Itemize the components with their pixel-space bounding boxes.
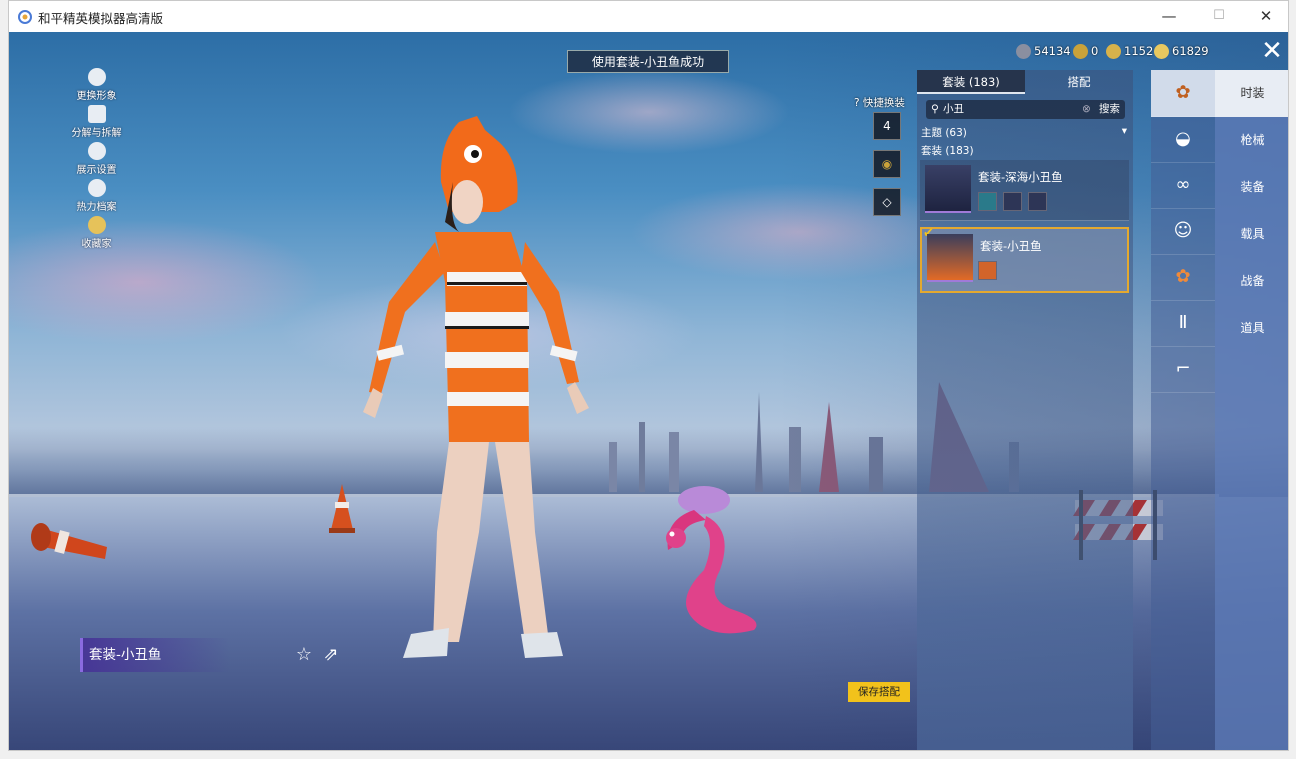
currency-3: 1152 xyxy=(1106,42,1153,60)
currency-4: 61829 xyxy=(1154,42,1209,60)
nav-items[interactable]: 道具 xyxy=(1215,305,1288,352)
close-window-button[interactable]: ✕ xyxy=(1246,5,1286,27)
emulator-window: 和平精英模拟器高清版 — ☐ ✕ 更换形象 分解与拆解 展示设置 热力档案 收藏… xyxy=(8,0,1289,751)
medal-icon xyxy=(87,216,106,234)
save-outfit-button[interactable]: 保存搭配 xyxy=(848,682,910,702)
side-item-label: 展示设置 xyxy=(76,165,117,176)
part-thumbnail xyxy=(978,192,997,211)
suit-card-clownfish[interactable]: ✔ 套装-小丑鱼 xyxy=(920,226,1129,293)
currency-1: 54134 xyxy=(1016,42,1071,60)
tab-match[interactable]: 搭配 xyxy=(1025,70,1133,94)
nav-combat-prep[interactable]: 战备 xyxy=(1215,258,1288,305)
suit-icon[interactable]: ✿ xyxy=(1151,70,1215,117)
part-thumbnail xyxy=(1028,192,1047,211)
quick-slot-1[interactable]: 4 xyxy=(873,112,901,140)
clear-icon[interactable]: ⊗ xyxy=(1082,100,1091,119)
game-viewport: 更换形象 分解与拆解 展示设置 热力档案 收藏家 使用套装-小丑鱼成功 5413… xyxy=(9,32,1288,750)
minimize-button[interactable]: — xyxy=(1149,5,1189,27)
quick-slot-3[interactable]: ◇ xyxy=(873,188,901,216)
window-title: 和平精英模拟器高清版 xyxy=(38,11,164,26)
mask-icon[interactable]: ☺ xyxy=(1151,208,1215,255)
currency-value: 54134 xyxy=(1034,44,1071,58)
glasses-icon[interactable]: ∞ xyxy=(1151,162,1215,209)
outfit-panel: 套装 (183) 搭配 ⚲ 小丑 ⊗ 搜索 主题 (63) ▾ 套装 (183)… xyxy=(917,70,1133,750)
coin-icon xyxy=(1016,44,1031,59)
currency-value: 61829 xyxy=(1172,44,1209,58)
main-nav: 时装 枪械 装备 载具 战备 道具 xyxy=(1215,70,1288,750)
side-item-label: 收藏家 xyxy=(81,239,112,250)
eye-icon xyxy=(87,142,106,160)
category-bar: ✿ ◒ ∞ ☺ ✿ Ⅱ ⌐ xyxy=(1151,70,1215,750)
currency-value: 0 xyxy=(1091,44,1099,58)
side-item-collector[interactable]: 收藏家 xyxy=(69,216,124,250)
search-input[interactable]: 小丑 xyxy=(943,100,964,119)
coin-icon xyxy=(1154,44,1169,59)
currency-value: 1152 xyxy=(1124,44,1154,58)
side-item-label: 更换形象 xyxy=(76,91,117,102)
suit-name: 套装-深海小丑鱼 xyxy=(978,170,1063,184)
suit-count-label: 套装 (183) xyxy=(921,145,974,157)
search-icon: ⚲ xyxy=(931,103,939,115)
maximize-button[interactable]: ☐ xyxy=(1199,5,1239,27)
search-button[interactable]: 搜索 xyxy=(1099,100,1120,119)
title-bar: 和平精英模拟器高清版 — ☐ ✕ xyxy=(9,1,1288,32)
nav-fashion[interactable]: 时装 xyxy=(1215,70,1288,117)
current-outfit-name: 套装-小丑鱼 xyxy=(80,638,230,672)
quick-swap-label[interactable]: ? 快捷换装 xyxy=(854,95,905,110)
coin-icon xyxy=(1073,44,1088,59)
nav-vehicles[interactable]: 载具 xyxy=(1215,211,1288,258)
help-icon: ? xyxy=(854,97,860,109)
app-logo-icon xyxy=(18,10,32,24)
side-item-change-look[interactable]: 更换形象 xyxy=(69,68,124,102)
nav-weapons[interactable]: 枪械 xyxy=(1215,117,1288,164)
quick-slot-2[interactable]: ◉ xyxy=(873,150,901,178)
side-item-label: 热力档案 xyxy=(76,202,117,213)
side-item-label: 分解与拆解 xyxy=(71,128,122,139)
flame-icon xyxy=(87,179,106,197)
suit-card-deep-sea-clownfish[interactable]: 套装-深海小丑鱼 xyxy=(920,160,1129,221)
nav-equipment[interactable]: 装备 xyxy=(1215,164,1288,211)
side-item-decompose[interactable]: 分解与拆解 xyxy=(69,105,124,139)
suit-thumbnail xyxy=(927,234,973,282)
suit-thumbnail xyxy=(925,165,971,213)
dropdown-icon: ▾ xyxy=(1121,125,1127,137)
side-item-heat-archive[interactable]: 热力档案 xyxy=(69,179,124,213)
tab-suits[interactable]: 套装 (183) xyxy=(917,70,1025,94)
favorite-icon[interactable]: ☆ xyxy=(293,644,315,666)
success-notice: 使用套装-小丑鱼成功 xyxy=(567,50,729,73)
pants-icon[interactable]: Ⅱ xyxy=(1151,300,1215,347)
currency-2: 0 xyxy=(1073,42,1098,60)
coin-icon xyxy=(1106,44,1121,59)
puzzle-icon xyxy=(87,105,106,123)
side-item-display-settings[interactable]: 展示设置 xyxy=(69,142,124,176)
close-icon[interactable]: ✕ xyxy=(1257,36,1287,66)
hat-icon[interactable]: ◒ xyxy=(1151,116,1215,163)
part-thumbnail xyxy=(1003,192,1022,211)
shoes-icon[interactable]: ⌐ xyxy=(1151,346,1215,393)
top-icon[interactable]: ✿ xyxy=(1151,254,1215,301)
suit-name: 套装-小丑鱼 xyxy=(980,239,1042,253)
part-thumbnail xyxy=(978,261,997,280)
share-icon[interactable]: ⇗ xyxy=(320,644,342,666)
search-bar[interactable]: ⚲ 小丑 ⊗ 搜索 xyxy=(926,100,1125,119)
person-icon xyxy=(87,68,106,86)
theme-filter[interactable]: 主题 (63) ▾ xyxy=(921,125,1129,140)
